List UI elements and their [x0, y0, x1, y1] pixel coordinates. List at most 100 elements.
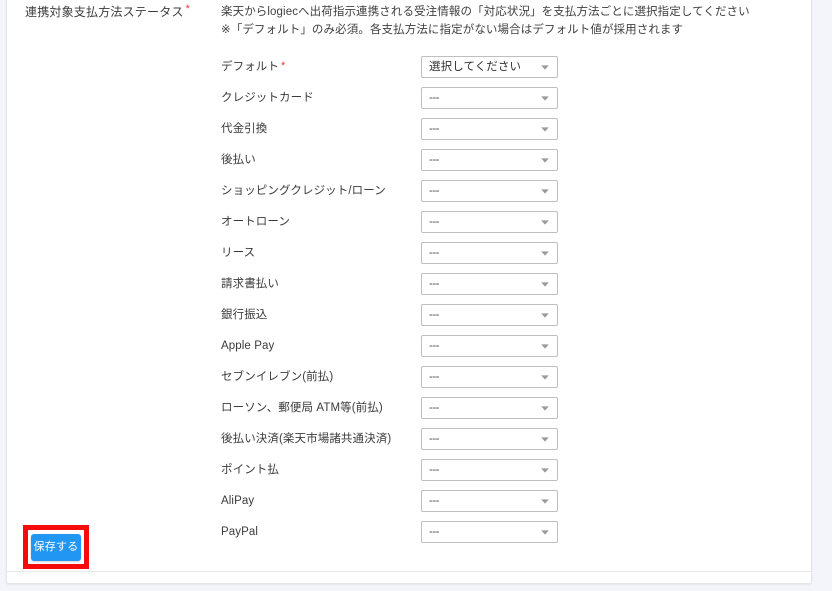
payment-method-row: 後払い決済(楽天市場諸共通決済) --- — [221, 423, 801, 454]
payment-method-status-value: --- — [429, 432, 440, 445]
payment-method-row: ポイント払 --- — [221, 454, 801, 485]
payment-method-status-select[interactable]: --- — [421, 179, 558, 202]
payment-method-status-value: --- — [429, 401, 440, 414]
payment-method-status-select-wrap: --- — [421, 489, 558, 512]
chevron-down-icon — [541, 343, 549, 349]
payment-method-status-value: --- — [429, 308, 440, 321]
payment-method-status-select-wrap: --- — [421, 396, 558, 419]
payment-method-status-value: --- — [429, 277, 440, 290]
chevron-down-icon — [541, 374, 549, 380]
payment-method-row: デフォルト * 選択してください — [221, 51, 801, 82]
payment-method-status-select-wrap: --- — [421, 365, 558, 388]
payment-method-status-select[interactable]: --- — [421, 334, 558, 357]
section-label-text: 連携対象支払方法ステータス — [25, 5, 184, 19]
payment-method-label: オートローン — [221, 215, 421, 229]
section-label: 連携対象支払方法ステータス * — [25, 3, 215, 21]
payment-method-status-value: --- — [429, 91, 440, 104]
payment-method-row: 銀行振込 --- — [221, 299, 801, 330]
payment-method-label: 後払い決済(楽天市場諸共通決済) — [221, 432, 421, 446]
payment-method-label: リース — [221, 246, 421, 260]
payment-method-status-value: --- — [429, 246, 440, 259]
payment-method-status-value: --- — [429, 153, 440, 166]
payment-method-status-select-wrap: --- — [421, 86, 558, 109]
payment-method-label-text: 後払い — [221, 153, 256, 166]
payment-method-status-select[interactable]: --- — [421, 210, 558, 233]
payment-method-label: 請求書払い — [221, 277, 421, 291]
chevron-down-icon — [541, 64, 549, 70]
payment-method-label: ショッピングクレジット/ローン — [221, 184, 421, 198]
payment-method-status-select-wrap: --- — [421, 148, 558, 171]
payment-method-row: 代金引換 --- — [221, 113, 801, 144]
payment-method-row: AliPay --- — [221, 485, 801, 516]
settings-card: 連携対象支払方法ステータス * 楽天からlogiecへ出荷指示連携される受注情報の… — [6, 0, 812, 584]
payment-method-status-select-wrap: --- — [421, 272, 558, 295]
payment-method-status-value: --- — [429, 525, 440, 538]
payment-method-status-value: --- — [429, 122, 440, 135]
payment-method-label: AliPay — [221, 494, 421, 508]
payment-method-status-select-wrap: --- — [421, 520, 558, 543]
payment-method-status-select-wrap: --- — [421, 117, 558, 140]
payment-method-status-select-wrap: --- — [421, 210, 558, 233]
payment-method-row: Apple Pay --- — [221, 330, 801, 361]
chevron-down-icon — [541, 467, 549, 473]
chevron-down-icon — [541, 405, 549, 411]
payment-method-status-select[interactable]: --- — [421, 520, 558, 543]
payment-method-label-text: ショッピングクレジット/ローン — [221, 184, 386, 197]
payment-method-status-select[interactable]: --- — [421, 489, 558, 512]
payment-method-label-text: 後払い決済(楽天市場諸共通決済) — [221, 432, 392, 445]
chevron-down-icon — [541, 95, 549, 101]
settings-card-body: 連携対象支払方法ステータス * 楽天からlogiecへ出荷指示連携される受注情報の… — [7, 0, 811, 583]
chevron-down-icon — [541, 250, 549, 256]
payment-method-status-value: --- — [429, 494, 440, 507]
save-button[interactable]: 保存する — [31, 534, 81, 561]
payment-method-status-select[interactable]: 選択してください — [421, 55, 558, 78]
chevron-down-icon — [541, 498, 549, 504]
payment-method-status-value: 選択してください — [429, 60, 522, 73]
payment-method-label: 代金引換 — [221, 122, 421, 136]
payment-method-row: ローソン、郵便局 ATM等(前払) --- — [221, 392, 801, 423]
payment-method-status-value: --- — [429, 184, 440, 197]
footer-divider — [7, 571, 811, 572]
payment-method-status-select[interactable]: --- — [421, 458, 558, 481]
payment-method-label: Apple Pay — [221, 339, 421, 353]
payment-method-label: ポイント払 — [221, 463, 421, 477]
payment-method-label: 後払い — [221, 153, 421, 167]
chevron-down-icon — [541, 126, 549, 132]
payment-method-status-select[interactable]: --- — [421, 396, 558, 419]
payment-method-row: PayPal --- — [221, 516, 801, 547]
payment-method-label: デフォルト * — [221, 60, 421, 74]
payment-method-label-text: 代金引換 — [221, 122, 268, 135]
payment-method-label-text: ローソン、郵便局 ATM等(前払) — [221, 401, 383, 414]
payment-method-status-select-wrap: --- — [421, 334, 558, 357]
payment-method-label-text: クレジットカード — [221, 91, 314, 104]
payment-method-label-text: オートローン — [221, 215, 291, 228]
chevron-down-icon — [541, 529, 549, 535]
chevron-down-icon — [541, 312, 549, 318]
payment-method-status-select[interactable]: --- — [421, 303, 558, 326]
payment-method-status-select[interactable]: --- — [421, 117, 558, 140]
payment-method-status-select-wrap: 選択してください — [421, 55, 558, 78]
payment-method-status-select[interactable]: --- — [421, 427, 558, 450]
payment-method-status-select-wrap: --- — [421, 303, 558, 326]
payment-method-status-select[interactable]: --- — [421, 241, 558, 264]
payment-method-status-select[interactable]: --- — [421, 365, 558, 388]
payment-method-status-select[interactable]: --- — [421, 148, 558, 171]
payment-method-label-text: デフォルト — [221, 60, 279, 73]
payment-method-label: クレジットカード — [221, 91, 421, 105]
payment-method-status-select-wrap: --- — [421, 458, 558, 481]
payment-method-label-text: セブンイレブン(前払) — [221, 370, 334, 383]
payment-method-row: 請求書払い --- — [221, 268, 801, 299]
payment-method-status-select[interactable]: --- — [421, 272, 558, 295]
chevron-down-icon — [541, 219, 549, 225]
payment-method-status-value: --- — [429, 339, 440, 352]
payment-method-label-text: Apple Pay — [221, 339, 275, 352]
payment-method-status-select-wrap: --- — [421, 427, 558, 450]
payment-method-status-select-wrap: --- — [421, 241, 558, 264]
payment-method-row: ショッピングクレジット/ローン --- — [221, 175, 801, 206]
chevron-down-icon — [541, 281, 549, 287]
payment-method-label: セブンイレブン(前払) — [221, 370, 421, 384]
payment-method-rows: デフォルト * 選択してください クレジットカード --- 代金引換 --- 後払い --- ショ… — [221, 51, 801, 547]
helper-text-line-2: ※「デフォルト」のみ必須。各支払方法に指定がない場合はデフォルト値が採用されます — [221, 24, 684, 36]
payment-method-label-text: AliPay — [221, 494, 255, 507]
payment-method-status-select[interactable]: --- — [421, 86, 558, 109]
